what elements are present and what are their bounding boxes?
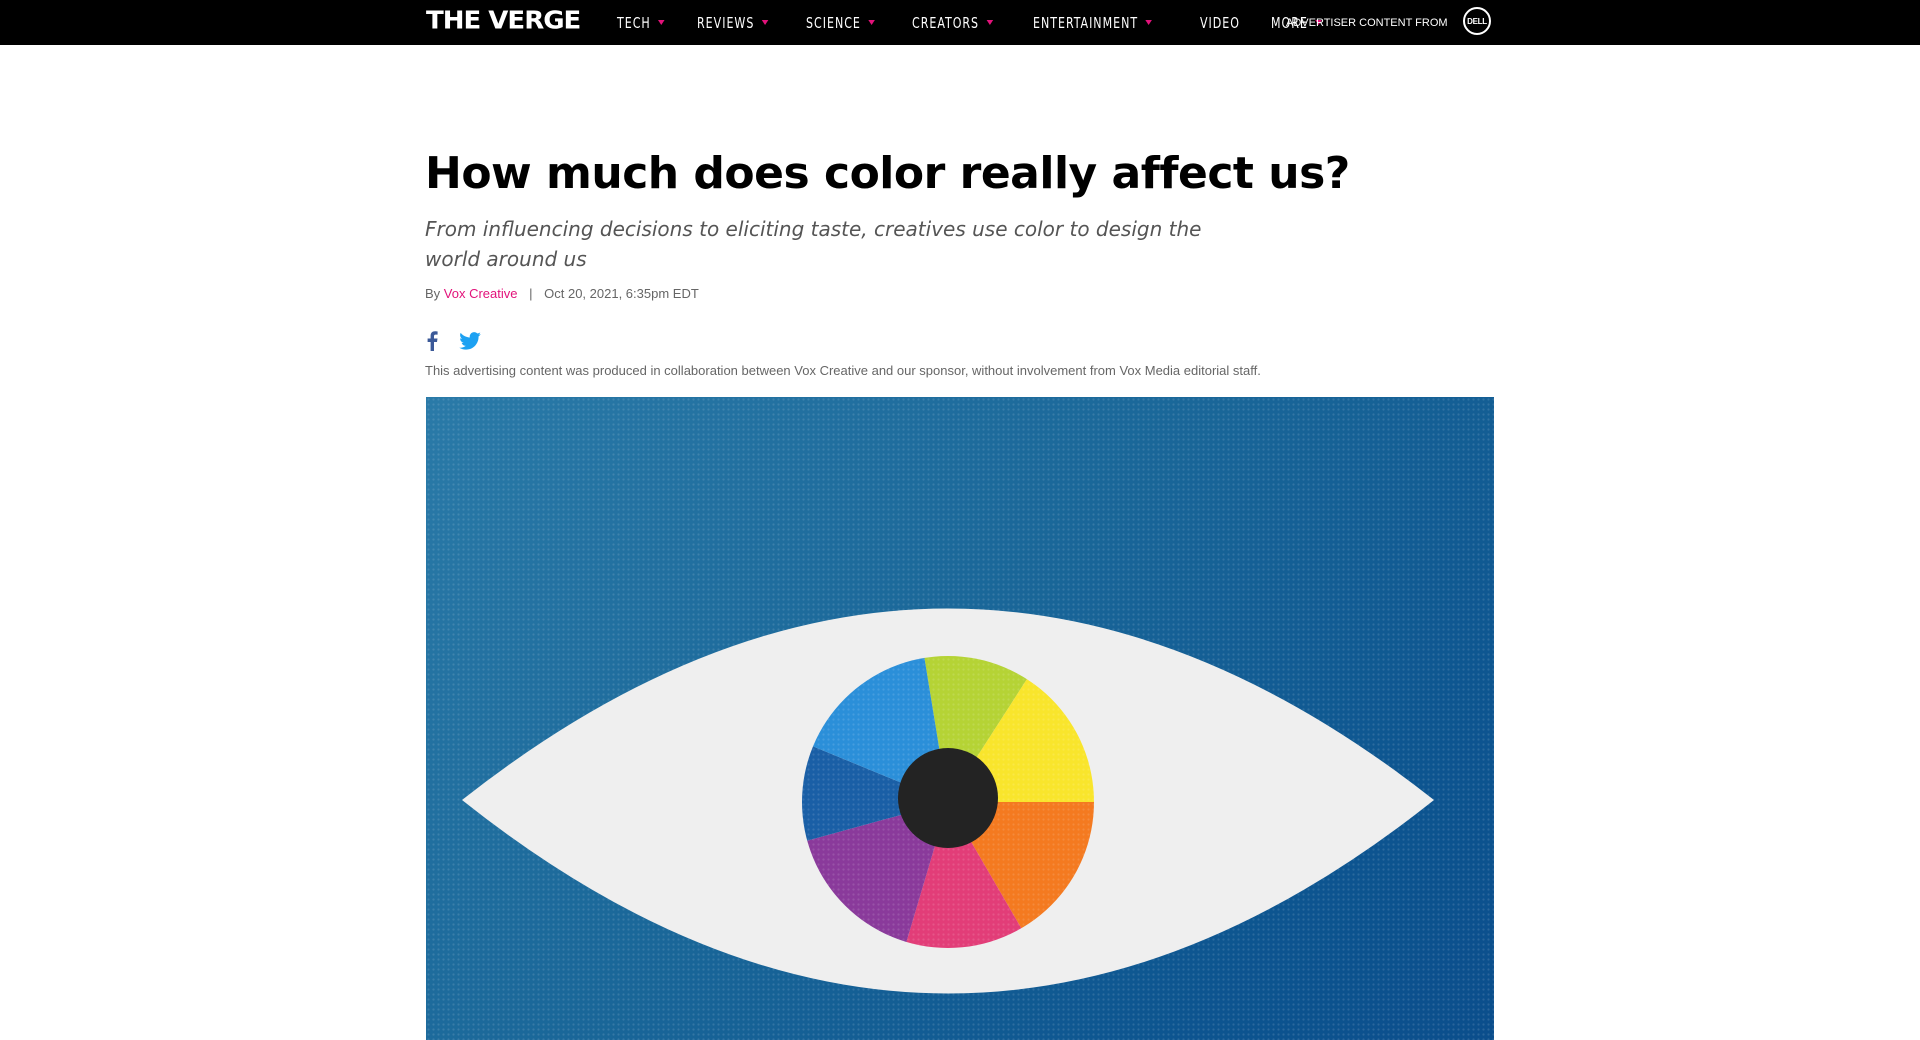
sponsor-disclaimer: This advertising content was produced in… [425, 363, 1261, 378]
nav-video[interactable]: VIDEO [1200, 14, 1240, 32]
nav-reviews-label: REVIEWS [697, 13, 755, 32]
chevron-down-icon [761, 20, 769, 25]
nav-reviews[interactable]: REVIEWS [697, 13, 769, 32]
article-title: How much does color really affect us? [425, 148, 1350, 199]
publish-date: Oct 20, 2021, 6:35pm EDT [544, 286, 699, 301]
nav-tech-label: TECH [617, 13, 651, 32]
byline: By Vox Creative | Oct 20, 2021, 6:35pm E… [425, 286, 699, 301]
byline-separator: | [529, 286, 533, 301]
site-logo[interactable]: THE VERGE [426, 8, 581, 35]
nav-video-label: VIDEO [1200, 13, 1240, 32]
eye-illustration [426, 397, 1494, 1040]
chevron-down-icon [658, 20, 665, 25]
article-subtitle: From influencing decisions to eliciting … [425, 217, 1202, 271]
author-link[interactable]: Vox Creative [444, 286, 518, 301]
nav-science-label: SCIENCE [806, 13, 862, 32]
nav-entertainment-label: ENTERTAINMENT [1032, 13, 1138, 32]
nav-creators[interactable]: CREATORS [912, 13, 994, 32]
twitter-icon[interactable] [459, 332, 481, 350]
top-nav-bar: THE VERGE TECH REVIEWS SCIENCE CREATORS … [0, 0, 1920, 45]
chevron-down-icon [1145, 20, 1152, 25]
advertiser-label: ADVERTISER CONTENT FROM [1286, 17, 1448, 29]
hero-image [426, 397, 1494, 1040]
nav-science[interactable]: SCIENCE [806, 14, 875, 32]
share-buttons [425, 331, 481, 351]
chevron-down-icon [868, 20, 875, 25]
chevron-down-icon [986, 20, 994, 25]
byline-prefix: By [425, 286, 441, 301]
pupil [898, 748, 998, 848]
facebook-icon[interactable] [425, 331, 439, 351]
nav-tech[interactable]: TECH [617, 14, 665, 32]
nav-creators-label: CREATORS [912, 13, 980, 32]
main-nav: TECH REVIEWS SCIENCE CREATORS ENTERTAINM… [617, 0, 1355, 45]
sponsor-logo[interactable]: DELL [1463, 7, 1491, 35]
nav-entertainment[interactable]: ENTERTAINMENT [1033, 14, 1152, 32]
